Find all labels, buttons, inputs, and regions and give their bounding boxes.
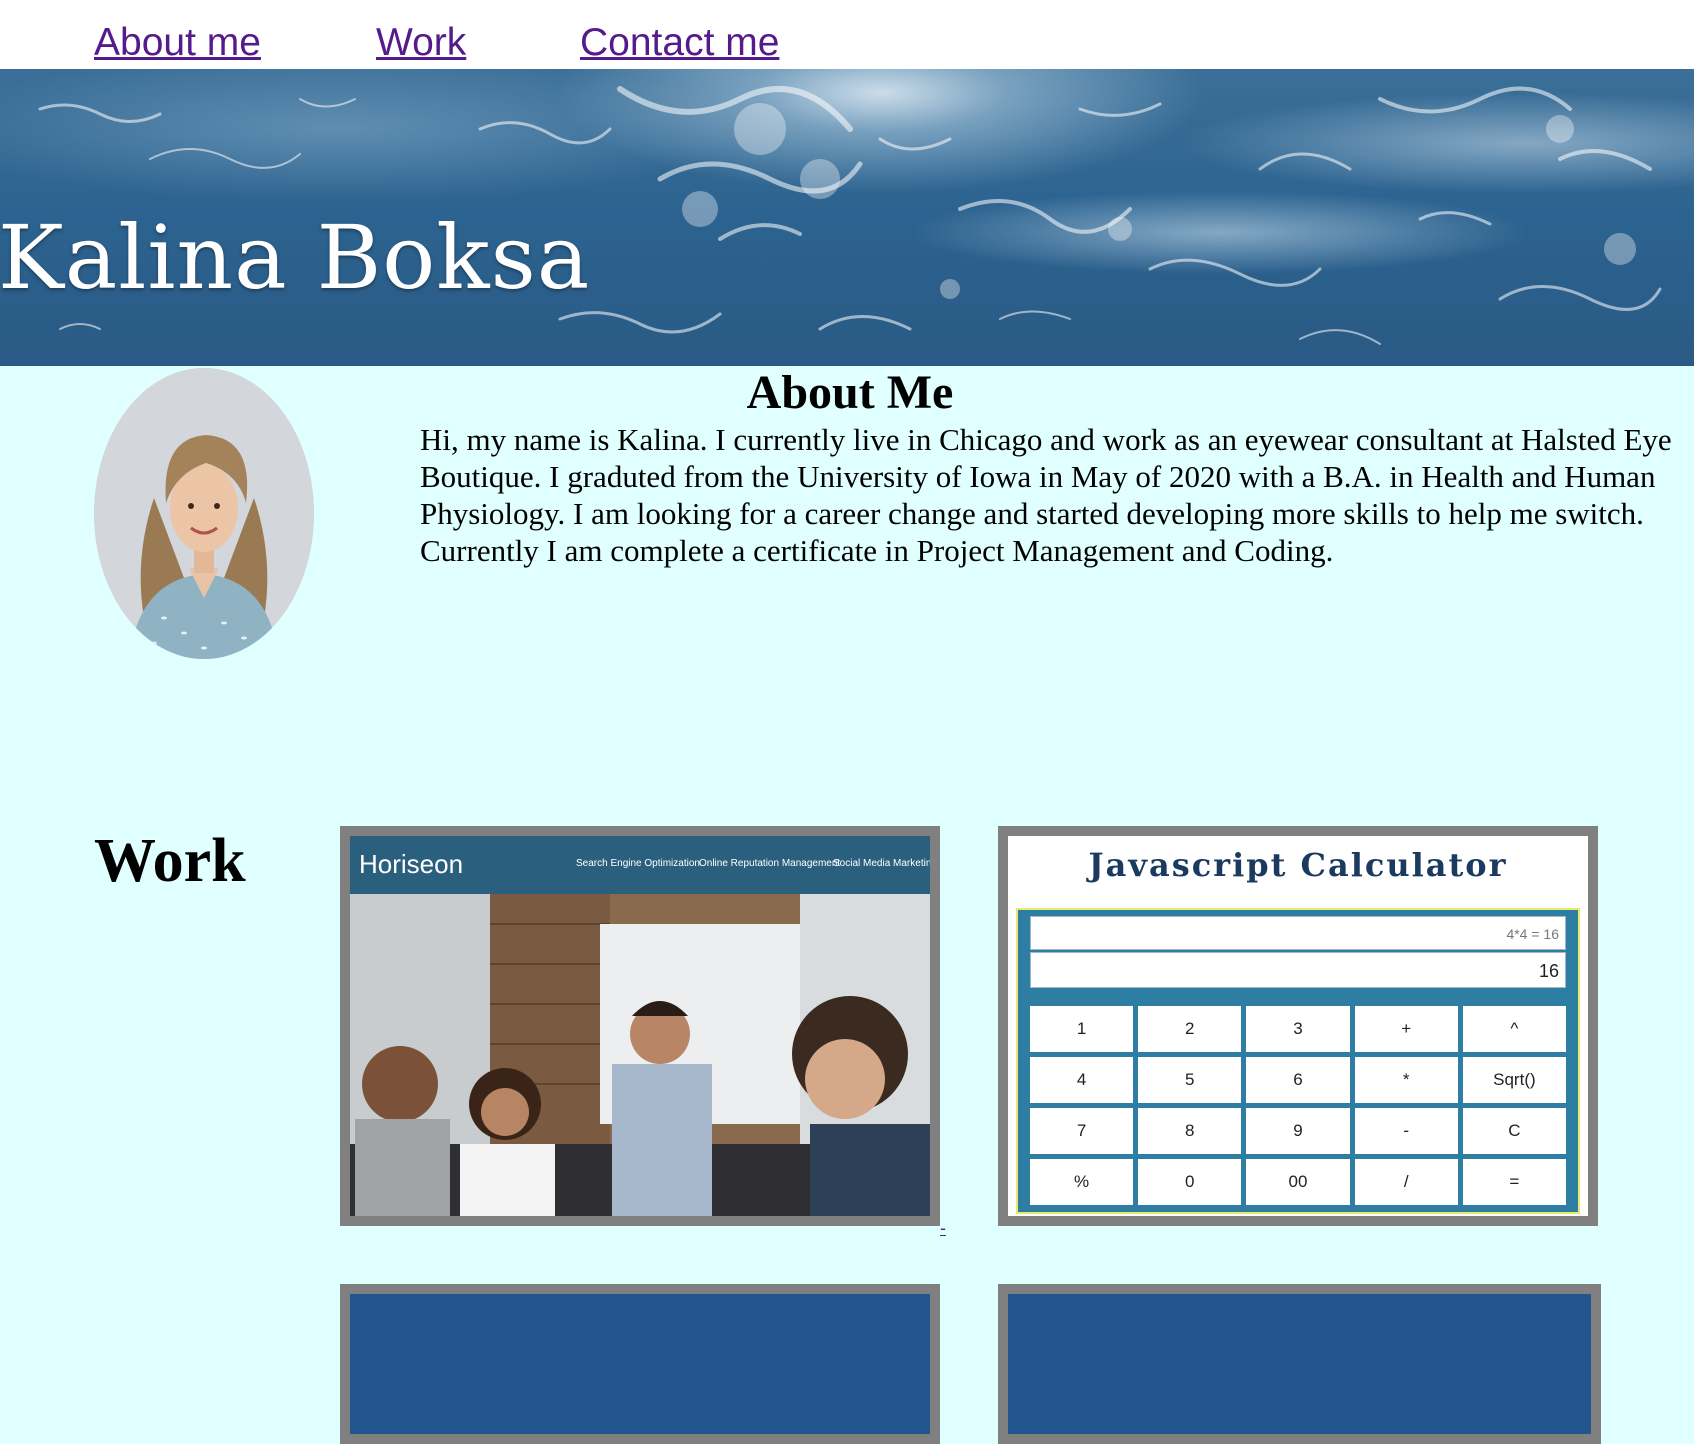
calc-key-4[interactable]: 4: [1030, 1057, 1134, 1103]
calc-key-8[interactable]: 8: [1138, 1108, 1242, 1154]
horiseon-nav-item: Social Media Marketing: [833, 858, 937, 869]
profile-photo-illustration: [94, 368, 314, 659]
nav-link-work[interactable]: Work: [376, 20, 466, 67]
work-heading: Work: [94, 827, 246, 895]
calc-key-minus[interactable]: -: [1354, 1108, 1458, 1154]
calc-key-sqrt[interactable]: Sqrt(): [1462, 1057, 1566, 1103]
calc-key-2[interactable]: 2: [1138, 1006, 1242, 1052]
calc-key-00[interactable]: 00: [1246, 1159, 1350, 1205]
about-heading: About Me: [746, 366, 954, 419]
nav-link-about[interactable]: About me: [94, 20, 261, 67]
project-card-calculator[interactable]: Javascript Calculator 4*4 = 16 16 1 2 3 …: [998, 826, 1598, 1226]
horiseon-logo: Horiseon: [359, 849, 464, 879]
project-card-3[interactable]: [340, 1284, 940, 1444]
calculator-result-display: 16: [1030, 952, 1566, 988]
calculator-expression-display: 4*4 = 16: [1030, 916, 1566, 950]
profile-photo: [94, 368, 314, 659]
calc-key-power[interactable]: ^: [1462, 1006, 1566, 1052]
horiseon-nav-item: Online Reputation Management: [699, 858, 841, 869]
about-paragraph: Hi, my name is Kalina. I currently live …: [420, 422, 1672, 568]
calc-key-1[interactable]: 1: [1030, 1006, 1134, 1052]
calculator-keypad: 1 2 3 + ^ 4 5 6 * Sqrt() 7 8 9 - C % 0 0…: [1030, 1006, 1566, 1205]
calc-key-5[interactable]: 5: [1138, 1057, 1242, 1103]
calc-key-7[interactable]: 7: [1030, 1108, 1134, 1154]
project-card-4[interactable]: [998, 1284, 1601, 1444]
calc-key-equals[interactable]: =: [1462, 1159, 1566, 1205]
site-title: Kalina Boksa: [0, 206, 591, 309]
calc-key-percent[interactable]: %: [1030, 1159, 1134, 1205]
nav-link-contact[interactable]: Contact me: [580, 20, 779, 67]
hero-banner: Kalina Boksa: [0, 69, 1694, 366]
project-link-underline[interactable]: -: [940, 1218, 946, 1239]
calc-key-plus[interactable]: +: [1354, 1006, 1458, 1052]
top-navigation: About me Work Contact me: [0, 0, 1694, 69]
calculator-body: 4*4 = 16 16 1 2 3 + ^ 4 5 6 * Sqrt() 7 8…: [1016, 908, 1580, 1214]
horiseon-nav-item: Search Engine Optimization: [576, 858, 700, 869]
calc-key-6[interactable]: 6: [1246, 1057, 1350, 1103]
calculator-title: Javascript Calculator: [1088, 846, 1508, 884]
calc-key-0[interactable]: 0: [1138, 1159, 1242, 1205]
project-card-horiseon[interactable]: Horiseon Search Engine Optimization Onli…: [340, 826, 940, 1226]
calc-key-clear[interactable]: C: [1462, 1108, 1566, 1154]
calc-key-9[interactable]: 9: [1246, 1108, 1350, 1154]
calc-key-multiply[interactable]: *: [1354, 1057, 1458, 1103]
calc-key-3[interactable]: 3: [1246, 1006, 1350, 1052]
horiseon-header: Horiseon Search Engine Optimization Onli…: [350, 836, 930, 894]
calc-key-divide[interactable]: /: [1354, 1159, 1458, 1205]
horiseon-team-photo: [350, 894, 930, 1216]
